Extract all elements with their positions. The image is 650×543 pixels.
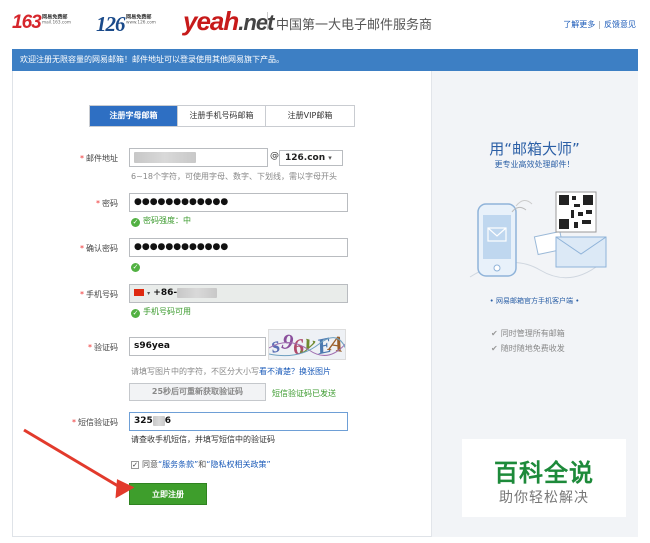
resend-code-button[interactable]: 25秒后可重新获取验证码 bbox=[129, 383, 266, 401]
captcha-image[interactable]: s 9 6 y E A bbox=[268, 329, 346, 360]
confirm-password-field[interactable]: ●●●●●●●●●●●● bbox=[129, 238, 348, 257]
ad-feature: ✔ 随时随地免费收发 bbox=[491, 343, 565, 354]
welcome-banner: 欢迎注册无限容量的网易邮箱！邮件地址可以登录使用其他网易旗下产品。 bbox=[12, 49, 638, 71]
sms-code-value-start: 325 bbox=[134, 416, 153, 426]
required-mark: * bbox=[88, 343, 92, 352]
sms-sent-notice: 短信验证码已发送 bbox=[272, 389, 336, 398]
required-mark: * bbox=[80, 290, 84, 299]
ad-subtitle: 更专业高效处理邮件！ bbox=[494, 160, 575, 169]
country-dropdown-icon[interactable]: ▾ bbox=[147, 290, 150, 297]
sms-code-field[interactable]: 325 6 bbox=[129, 412, 348, 431]
captcha-noise bbox=[269, 337, 345, 357]
logo-yeah-word: yeah bbox=[183, 6, 239, 36]
phone-label: * 手机号码 bbox=[38, 289, 118, 300]
logo-163-caption-line2: mail.163.com bbox=[42, 20, 72, 26]
check-icon: ✔ bbox=[491, 344, 498, 353]
check-icon: ✔ bbox=[491, 329, 498, 338]
confirm-password-label: * 确认密码 bbox=[38, 243, 118, 254]
phone-prefix: +86- bbox=[153, 288, 178, 298]
qr-code-icon bbox=[555, 191, 597, 233]
email-redacted bbox=[134, 151, 196, 163]
sms-code-value-end: 6 bbox=[164, 416, 172, 426]
refresh-captcha-link[interactable]: 看不清楚？换张图片 bbox=[259, 367, 331, 376]
ad-feature: ✔ 同时管理所有邮箱 bbox=[491, 328, 565, 339]
logo-divider bbox=[267, 12, 268, 30]
watermark-title: 百科全说 bbox=[494, 459, 594, 487]
logo-126-caption-line2: www.126.com bbox=[126, 20, 156, 26]
captcha-label: * 验证码 bbox=[38, 342, 118, 353]
tab-phone-email[interactable]: 注册手机号码邮箱 bbox=[178, 106, 266, 126]
sms-code-redacted bbox=[152, 415, 165, 426]
logo-163-caption: 网易免费邮 mail.163.com bbox=[42, 15, 72, 26]
password-label-text: 密码 bbox=[102, 199, 118, 208]
ad-title[interactable]: 用“邮箱大师” bbox=[431, 138, 638, 159]
header-link-separator: | bbox=[598, 20, 601, 29]
logo-163[interactable]: 163 bbox=[12, 12, 42, 34]
feedback-link[interactable]: 反馈意见 bbox=[604, 20, 636, 29]
top-header: 163 网易免费邮 mail.163.com 126 网易免费邮 www.126… bbox=[0, 0, 650, 46]
password-field[interactable]: ●●●●●●●●●●●● bbox=[129, 193, 348, 212]
password-label: * 密码 bbox=[38, 198, 118, 209]
agreement: ✓ 同意“服务条款”和“隐私权相关政策” bbox=[131, 459, 271, 470]
phone-status-text: 手机号码可用 bbox=[143, 307, 191, 316]
watermark-subtitle: 助你轻松解决 bbox=[499, 490, 589, 506]
email-label-text: 邮件地址 bbox=[86, 154, 118, 163]
mail-master-illustration bbox=[469, 191, 607, 279]
logo-126-caption: 网易免费邮 www.126.com bbox=[126, 15, 156, 26]
required-mark: * bbox=[96, 199, 100, 208]
tab-letter-email[interactable]: 注册字母邮箱 bbox=[90, 106, 178, 126]
register-tabs: 注册字母邮箱 注册手机号码邮箱 注册VIP邮箱 bbox=[89, 105, 355, 127]
captcha-input[interactable]: s96yea bbox=[129, 337, 266, 356]
logo-yeah[interactable]: yeah.net bbox=[183, 6, 274, 37]
check-icon: ✓ bbox=[131, 263, 140, 272]
ad-feature-text: 随时随地免费收发 bbox=[500, 344, 565, 353]
learn-more-link[interactable]: 了解更多 bbox=[563, 20, 595, 29]
captcha-label-text: 验证码 bbox=[94, 343, 118, 352]
watermark: 百科全说 助你轻松解决 bbox=[462, 439, 626, 517]
phone-status: ✓ 手机号码可用 bbox=[131, 306, 191, 318]
domain-select[interactable]: 126.con ▾ bbox=[279, 150, 343, 166]
phone-redacted bbox=[177, 287, 218, 298]
password-strength: ✓ 密码强度：中 bbox=[131, 215, 191, 227]
check-icon: ✓ bbox=[131, 218, 140, 227]
phone-label-text: 手机号码 bbox=[86, 290, 118, 299]
check-icon: ✓ bbox=[131, 309, 140, 318]
password-strength-text: 密码强度：中 bbox=[143, 216, 191, 225]
email-hint: 6~18个字符，可使用字母、数字、下划线，需以字母开头 bbox=[131, 172, 337, 181]
captcha-hint: 请填写图片中的字符，不区分大小写看不清楚？换张图片 bbox=[131, 366, 331, 377]
confirm-password-label-text: 确认密码 bbox=[86, 244, 118, 253]
china-flag-icon[interactable] bbox=[134, 289, 144, 296]
required-mark: * bbox=[80, 244, 84, 253]
header-slogan: 中国第一大电子邮件服务商 bbox=[276, 18, 433, 33]
logo-yeah-net: .net bbox=[238, 10, 274, 35]
confirm-password-ok: ✓ bbox=[131, 261, 143, 272]
header-links: 了解更多 | 反馈意见 bbox=[563, 19, 636, 30]
chevron-down-icon: ▾ bbox=[328, 154, 332, 162]
register-submit-button[interactable]: 立即注册 bbox=[129, 483, 207, 505]
captcha-hint-text: 请填写图片中的字符，不区分大小写 bbox=[131, 367, 259, 376]
tab-vip-email[interactable]: 注册VIP邮箱 bbox=[266, 106, 354, 126]
agreement-prefix: 同意 bbox=[142, 460, 158, 469]
envelope-icon bbox=[555, 236, 607, 268]
privacy-link[interactable]: “隐私权相关政策” bbox=[206, 460, 270, 469]
red-arrow-annotation bbox=[23, 428, 135, 499]
ad-caption: • 网易邮箱官方手机客户端 • bbox=[489, 297, 580, 305]
phone-icon bbox=[477, 203, 517, 277]
phone-field[interactable]: ▾ +86- bbox=[129, 284, 348, 303]
email-label: * 邮件地址 bbox=[38, 153, 118, 164]
terms-link[interactable]: “服务条款” bbox=[158, 460, 198, 469]
ad-feature-text: 同时管理所有邮箱 bbox=[500, 329, 565, 338]
domain-value: 126.con bbox=[285, 153, 326, 163]
email-field[interactable] bbox=[129, 148, 268, 167]
logo-126[interactable]: 126 bbox=[96, 12, 125, 37]
sms-code-hint: 请查收手机短信，并填写短信中的验证码 bbox=[131, 435, 275, 444]
required-mark: * bbox=[80, 154, 84, 163]
at-sign: @ bbox=[270, 151, 279, 161]
